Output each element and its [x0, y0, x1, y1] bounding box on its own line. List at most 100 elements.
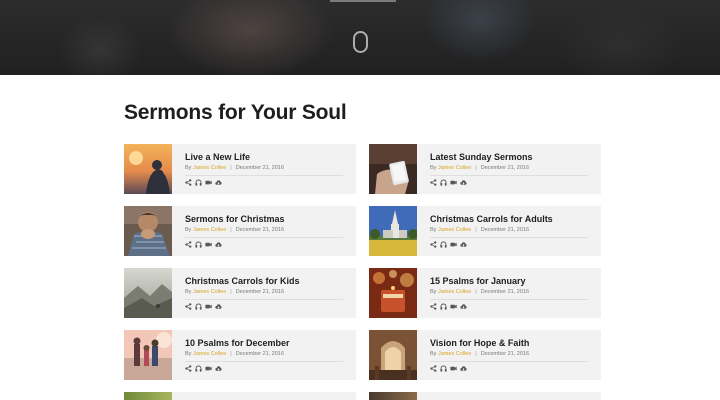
- sermon-thumbnail[interactable]: [369, 268, 417, 318]
- sermon-date: December 21, 2016: [480, 227, 530, 233]
- media-actions: [185, 364, 222, 372]
- sermon-date: December 21, 2016: [235, 289, 285, 295]
- sermon-thumbnail[interactable]: [124, 268, 172, 318]
- sermon-thumbnail[interactable]: [124, 144, 172, 194]
- by-label: By: [430, 289, 437, 295]
- sermon-title[interactable]: Vision for Hope & Faith: [430, 338, 529, 348]
- sermon-title[interactable]: 10 Psalms for December: [185, 338, 290, 348]
- sermon-date: December 21, 2016: [480, 351, 530, 357]
- sermon-card[interactable]: Vision for Hope & Faith By James Collee | D…: [369, 330, 601, 380]
- headphones-icon[interactable]: [195, 178, 202, 186]
- media-actions: [430, 240, 467, 248]
- video-icon[interactable]: [205, 303, 212, 310]
- media-actions: [185, 178, 222, 186]
- sermon-meta: By James Collee | December 21, 2016: [185, 227, 284, 233]
- download-icon[interactable]: [215, 179, 222, 186]
- video-icon[interactable]: [205, 179, 212, 186]
- sermon-card[interactable]: Christmas Carrols for Kids By James Colle…: [124, 268, 356, 318]
- sermon-date: December 21, 2016: [235, 165, 285, 171]
- sermon-meta: By James Collee | December 21, 2016: [430, 227, 529, 233]
- sermon-thumbnail[interactable]: [369, 206, 417, 256]
- download-icon[interactable]: [460, 303, 467, 310]
- sermon-date: December 21, 2016: [480, 165, 530, 171]
- share-icon[interactable]: [430, 240, 437, 248]
- author-link[interactable]: James Collee: [193, 289, 226, 295]
- media-actions: [185, 240, 222, 248]
- author-link[interactable]: James Collee: [438, 227, 471, 233]
- sermon-date: December 21, 2016: [235, 227, 285, 233]
- author-link[interactable]: James Collee: [193, 165, 226, 171]
- sermon-meta: By James Collee | December 21, 2016: [185, 165, 284, 171]
- share-icon[interactable]: [430, 178, 437, 186]
- meta-separator: |: [230, 289, 232, 295]
- sermon-meta: By James Collee | December 21, 2016: [185, 289, 284, 295]
- mouse-icon[interactable]: [353, 31, 368, 53]
- share-icon[interactable]: [185, 240, 192, 248]
- sermon-card[interactable]: Sermons for Christmas By James Collee | Dec…: [124, 206, 356, 256]
- meta-separator: |: [230, 227, 232, 233]
- video-icon[interactable]: [205, 365, 212, 372]
- hero-divider: [330, 0, 396, 2]
- sermon-thumbnail[interactable]: [124, 206, 172, 256]
- media-actions: [185, 302, 222, 310]
- download-icon[interactable]: [460, 241, 467, 248]
- sermon-card[interactable]: 10 Psalms for December By James Collee | De…: [124, 330, 356, 380]
- sermon-thumbnail[interactable]: [124, 330, 172, 380]
- video-icon[interactable]: [450, 303, 457, 310]
- sermon-title[interactable]: Latest Sunday Sermons: [430, 152, 533, 162]
- card-divider: [430, 175, 588, 176]
- card-divider: [185, 175, 343, 176]
- sermon-card[interactable]: Christmas Carrols for Adults By James Col…: [369, 206, 601, 256]
- download-icon[interactable]: [460, 365, 467, 372]
- sermon-meta: By James Collee | December 21, 2016: [430, 289, 529, 295]
- author-link[interactable]: James Collee: [438, 165, 471, 171]
- by-label: By: [430, 351, 437, 357]
- download-icon[interactable]: [215, 365, 222, 372]
- sermon-title[interactable]: Sermons for Christmas: [185, 214, 285, 224]
- sermon-card[interactable]: 15 Psalms for January By James Collee | Dec…: [369, 268, 601, 318]
- headphones-icon[interactable]: [195, 302, 202, 310]
- author-link[interactable]: James Collee: [438, 351, 471, 357]
- sermon-title[interactable]: Christmas Carrols for Adults: [430, 214, 553, 224]
- sermon-card[interactable]: Live a New Life By James Collee | December …: [124, 144, 356, 194]
- sermon-title[interactable]: Christmas Carrols for Kids: [185, 276, 300, 286]
- video-icon[interactable]: [205, 241, 212, 248]
- headphones-icon[interactable]: [440, 240, 447, 248]
- card-divider: [185, 237, 343, 238]
- headphones-icon[interactable]: [195, 364, 202, 372]
- meta-separator: |: [475, 165, 477, 171]
- headphones-icon[interactable]: [440, 302, 447, 310]
- meta-separator: |: [230, 351, 232, 357]
- sermon-thumbnail[interactable]: [369, 144, 417, 194]
- share-icon[interactable]: [185, 302, 192, 310]
- video-icon[interactable]: [450, 241, 457, 248]
- share-icon[interactable]: [430, 302, 437, 310]
- sermon-title[interactable]: 15 Psalms for January: [430, 276, 526, 286]
- download-icon[interactable]: [460, 179, 467, 186]
- author-link[interactable]: James Collee: [438, 289, 471, 295]
- author-link[interactable]: James Collee: [193, 227, 226, 233]
- card-divider: [185, 299, 343, 300]
- headphones-icon[interactable]: [440, 364, 447, 372]
- media-actions: [430, 302, 467, 310]
- sermon-meta: By James Collee | December 21, 2016: [430, 165, 529, 171]
- sermon-title[interactable]: Live a New Life: [185, 152, 250, 162]
- video-icon[interactable]: [450, 179, 457, 186]
- by-label: By: [430, 165, 437, 171]
- download-icon[interactable]: [215, 303, 222, 310]
- share-icon[interactable]: [185, 178, 192, 186]
- video-icon[interactable]: [450, 365, 457, 372]
- sermon-thumbnail[interactable]: [369, 330, 417, 380]
- author-link[interactable]: James Collee: [193, 351, 226, 357]
- headphones-icon[interactable]: [195, 240, 202, 248]
- headphones-icon[interactable]: [440, 178, 447, 186]
- card-divider: [430, 299, 588, 300]
- download-icon[interactable]: [215, 241, 222, 248]
- sermon-card[interactable]: Latest Sunday Sermons By James Collee | Dec…: [369, 144, 601, 194]
- by-label: By: [185, 165, 192, 171]
- card-divider: [430, 237, 588, 238]
- meta-separator: |: [230, 165, 232, 171]
- section-title: Sermons for Your Soul: [124, 101, 347, 124]
- share-icon[interactable]: [430, 364, 437, 372]
- share-icon[interactable]: [185, 364, 192, 372]
